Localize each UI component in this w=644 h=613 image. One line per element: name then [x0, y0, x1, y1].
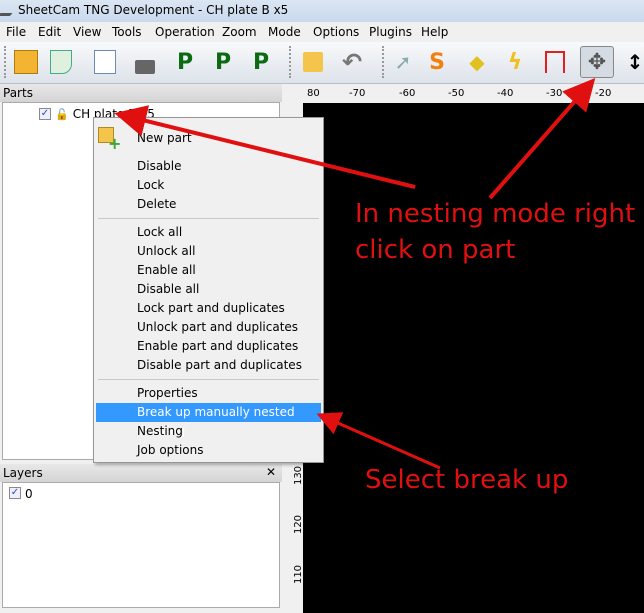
arrow-to-part — [114, 105, 416, 189]
annotation-arrows — [114, 77, 596, 470]
arrow-to-move-tool — [488, 77, 596, 200]
arrow-to-break-up — [316, 412, 441, 470]
